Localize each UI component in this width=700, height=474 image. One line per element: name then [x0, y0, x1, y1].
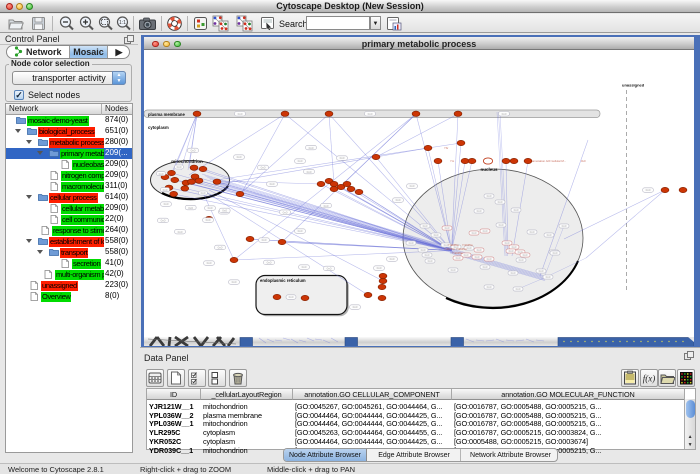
svg-text:f(x): f(x)	[643, 374, 656, 384]
svg-text:1:1: 1:1	[119, 20, 126, 26]
